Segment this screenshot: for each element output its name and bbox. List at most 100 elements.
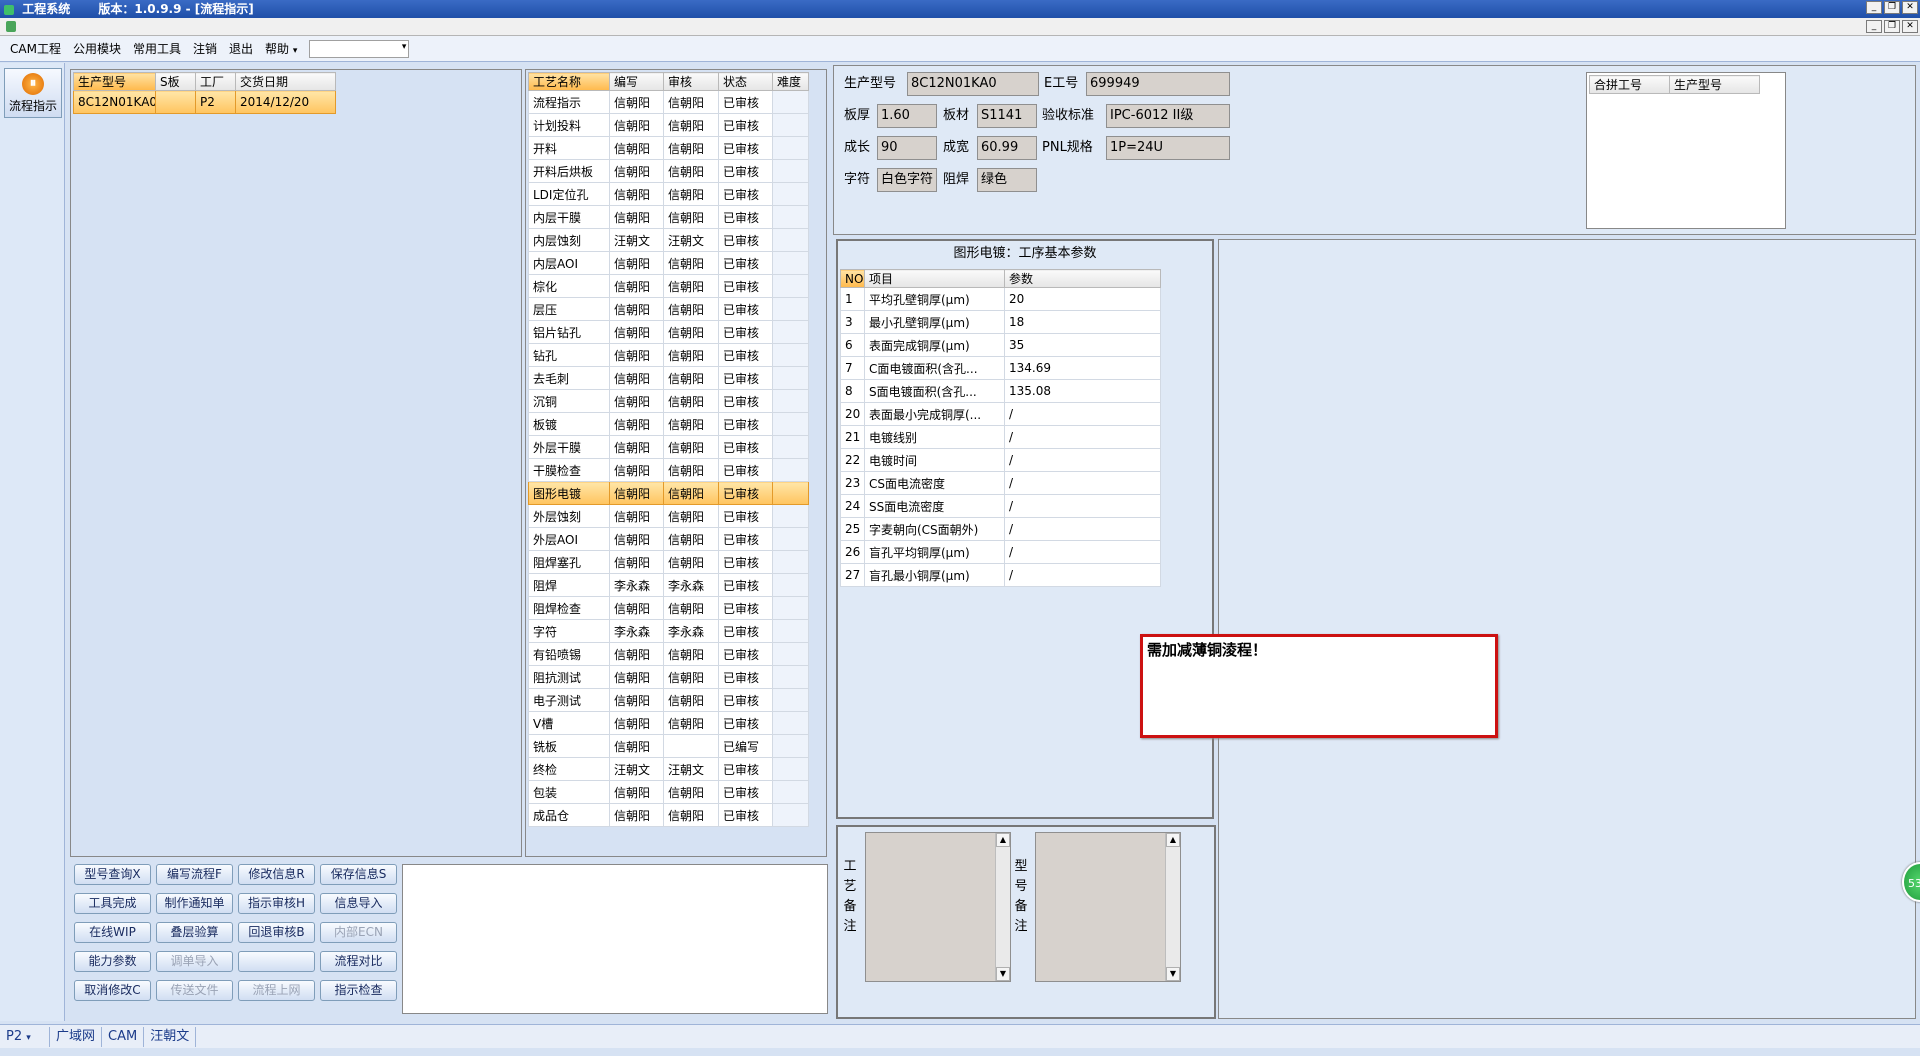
action-button[interactable]: 指示审核H	[238, 893, 315, 914]
param-row[interactable]: 25 字麦朝向(CS面朝外) /	[840, 517, 1161, 541]
flow-indication-button[interactable]: ⏸ 流程指示	[4, 68, 62, 118]
column-header[interactable]: 审核	[663, 72, 719, 91]
process-row[interactable]: 层压 信朝阳 信朝阳 已审核	[528, 297, 809, 321]
process-row[interactable]: 终检 汪朝文 汪朝文 已审核	[528, 757, 809, 781]
scroll-up-icon[interactable]: ▲	[996, 833, 1010, 847]
scroll-down-icon[interactable]: ▼	[1166, 967, 1180, 981]
process-row[interactable]: 内层蚀刻 汪朝文 汪朝文 已审核	[528, 228, 809, 252]
process-row[interactable]: 成品仓 信朝阳 信朝阳 已审核	[528, 803, 809, 827]
action-button[interactable]: 调单导入	[156, 951, 233, 972]
param-row[interactable]: 23 CS面电流密度 /	[840, 471, 1161, 495]
process-row[interactable]: 棕化 信朝阳 信朝阳 已审核	[528, 274, 809, 298]
e-no-field[interactable]: 699949	[1086, 72, 1230, 96]
process-row[interactable]: 阻焊检查 信朝阳 信朝阳 已审核	[528, 596, 809, 620]
process-row[interactable]: 去毛刺 信朝阳 信朝阳 已审核	[528, 366, 809, 390]
plant-selector[interactable]: P2 ▾	[0, 1026, 50, 1047]
column-header[interactable]: 交货日期	[235, 72, 336, 91]
column-header[interactable]: 合拼工号	[1589, 75, 1670, 94]
action-button[interactable]	[238, 951, 315, 972]
param-row[interactable]: 1 平均孔壁铜厚(μm) 20	[840, 287, 1161, 311]
column-header[interactable]: 状态	[718, 72, 773, 91]
menu-cam[interactable]: CAM工程	[4, 40, 67, 57]
prod-no-field[interactable]: 8C12N01KA0	[907, 72, 1039, 96]
action-button[interactable]: 工具完成	[74, 893, 151, 914]
process-row[interactable]: 字符 李永森 李永森 已审核	[528, 619, 809, 643]
process-row[interactable]: V槽 信朝阳 信朝阳 已审核	[528, 711, 809, 735]
action-button[interactable]: 内部ECN	[320, 922, 397, 943]
action-button[interactable]: 保存信息S	[320, 864, 397, 885]
column-header[interactable]: S板	[155, 72, 196, 91]
param-row[interactable]: 6 表面完成铜厚(μm) 35	[840, 333, 1161, 357]
column-header[interactable]: 难度	[772, 72, 809, 91]
model-note-textarea[interactable]: ▲ ▼	[1035, 832, 1181, 982]
craft-note-textarea[interactable]: ▲ ▼	[865, 832, 1011, 982]
process-row[interactable]: 铣板 信朝阳 已编写	[528, 734, 809, 758]
standard-field[interactable]: IPC-6012 II级	[1106, 104, 1230, 128]
thickness-field[interactable]: 1.60	[877, 104, 937, 128]
column-header[interactable]: 工厂	[195, 72, 236, 91]
process-row[interactable]: 内层AOI 信朝阳 信朝阳 已审核	[528, 251, 809, 275]
process-row[interactable]: 内层干膜 信朝阳 信朝阳 已审核	[528, 205, 809, 229]
process-row[interactable]: 干膜检查 信朝阳 信朝阳 已审核	[528, 458, 809, 482]
action-button[interactable]: 指示检查	[320, 980, 397, 1001]
scroll-up-icon[interactable]: ▲	[1166, 833, 1180, 847]
action-button[interactable]: 在线WIP	[74, 922, 151, 943]
action-button[interactable]: 传送文件	[156, 980, 233, 1001]
param-row[interactable]: 26 盲孔平均铜厚(μm) /	[840, 540, 1161, 564]
process-row[interactable]: 阻焊 李永森 李永森 已审核	[528, 573, 809, 597]
param-row[interactable]: 22 电镀时间 /	[840, 448, 1161, 472]
process-row[interactable]: 开料后烘板 信朝阳 信朝阳 已审核	[528, 159, 809, 183]
action-button[interactable]: 取消修改C	[74, 980, 151, 1001]
process-row[interactable]: 电子测试 信朝阳 信朝阳 已审核	[528, 688, 809, 712]
param-row[interactable]: 7 C面电镀面积(含孔... 134.69	[840, 356, 1161, 380]
action-button[interactable]: 流程对比	[320, 951, 397, 972]
process-row[interactable]: 铝片钻孔 信朝阳 信朝阳 已审核	[528, 320, 809, 344]
process-row[interactable]: 阻抗测试 信朝阳 信朝阳 已审核	[528, 665, 809, 689]
process-row[interactable]: 沉铜 信朝阳 信朝阳 已审核	[528, 389, 809, 413]
process-row[interactable]: 有铅喷锡 信朝阳 信朝阳 已审核	[528, 642, 809, 666]
minimize-button[interactable]: _	[1866, 1, 1882, 14]
action-button[interactable]: 制作通知单	[156, 893, 233, 914]
column-header[interactable]: NO	[840, 269, 865, 288]
action-button[interactable]: 编写流程F	[156, 864, 233, 885]
process-row[interactable]: 外层蚀刻 信朝阳 信朝阳 已审核	[528, 504, 809, 528]
param-row[interactable]: 24 SS面电流密度 /	[840, 494, 1161, 518]
action-button[interactable]: 能力参数	[74, 951, 151, 972]
info-memo-box[interactable]	[402, 864, 828, 1014]
column-header[interactable]: 编写	[609, 72, 664, 91]
action-button[interactable]: 回退审核B	[238, 922, 315, 943]
menu-common-tools[interactable]: 常用工具	[127, 40, 187, 57]
process-row[interactable]: 外层AOI 信朝阳 信朝阳 已审核	[528, 527, 809, 551]
process-row[interactable]: 计划投料 信朝阳 信朝阳 已审核	[528, 113, 809, 137]
column-header[interactable]: 生产型号	[73, 72, 156, 91]
menu-common-modules[interactable]: 公用模块	[67, 40, 127, 57]
column-header[interactable]: 项目	[864, 269, 1005, 288]
param-row[interactable]: 8 S面电镀面积(含孔... 135.08	[840, 379, 1161, 403]
pnl-field[interactable]: 1P=24U	[1106, 136, 1230, 160]
solder-mask-field[interactable]: 绿色	[977, 168, 1037, 192]
craft-note-scrollbar[interactable]: ▲ ▼	[995, 833, 1010, 981]
process-row[interactable]: 图形电镀 信朝阳 信朝阳 已审核	[528, 481, 809, 505]
action-button[interactable]: 叠层验算	[156, 922, 233, 943]
column-header[interactable]: 参数	[1004, 269, 1161, 288]
scroll-down-icon[interactable]: ▼	[996, 967, 1010, 981]
action-button[interactable]: 型号查询X	[74, 864, 151, 885]
menu-help[interactable]: 帮助 ▾	[259, 40, 303, 57]
model-note-scrollbar[interactable]: ▲ ▼	[1165, 833, 1180, 981]
process-row[interactable]: 钻孔 信朝阳 信朝阳 已审核	[528, 343, 809, 367]
mdi-minimize-button[interactable]: _	[1866, 20, 1882, 33]
param-row[interactable]: 21 电镀线别 /	[840, 425, 1161, 449]
menu-exit[interactable]: 退出	[223, 40, 259, 57]
menu-combo[interactable]	[309, 39, 410, 58]
param-row[interactable]: 20 表面最小完成铜厚(... /	[840, 402, 1161, 426]
action-button[interactable]: 流程上网	[238, 980, 315, 1001]
process-row[interactable]: 外层干膜 信朝阳 信朝阳 已审核	[528, 435, 809, 459]
process-row[interactable]: 开料 信朝阳 信朝阳 已审核	[528, 136, 809, 160]
param-row[interactable]: 27 盲孔最小铜厚(μm) /	[840, 563, 1161, 587]
param-row[interactable]: 3 最小孔壁铜厚(μm) 18	[840, 310, 1161, 334]
process-row[interactable]: LDI定位孔 信朝阳 信朝阳 已审核	[528, 182, 809, 206]
process-row[interactable]: 流程指示 信朝阳 信朝阳 已审核	[528, 90, 809, 114]
material-field[interactable]: S1141	[977, 104, 1037, 128]
menu-logout[interactable]: 注销	[187, 40, 223, 57]
mdi-close-button[interactable]: ✕	[1902, 20, 1918, 33]
